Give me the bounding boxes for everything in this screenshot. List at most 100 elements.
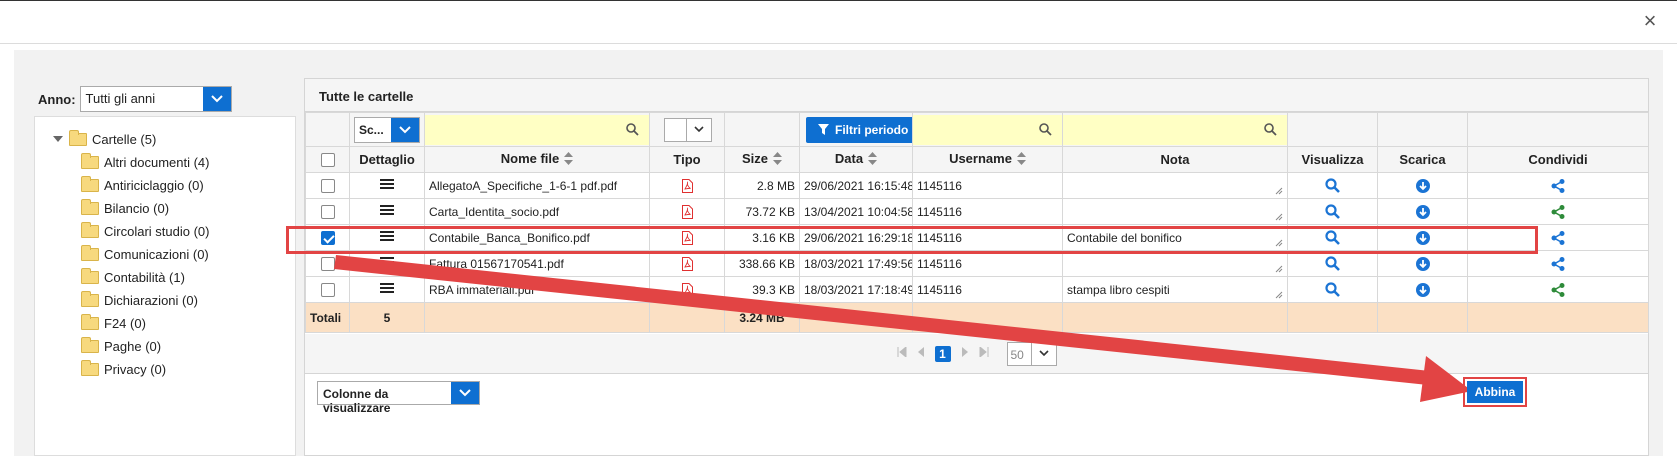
- close-icon[interactable]: ×: [1637, 8, 1663, 34]
- chevron-down-icon[interactable]: [1032, 343, 1056, 365]
- download-icon[interactable]: [1415, 204, 1430, 219]
- page-size-select[interactable]: 50: [1006, 341, 1057, 366]
- nome-file-filter-input[interactable]: [425, 114, 649, 145]
- col-username[interactable]: Username: [912, 146, 1063, 173]
- search-icon[interactable]: [1325, 256, 1340, 272]
- col-dettaglio: Dettaglio: [349, 146, 425, 173]
- chevron-down-icon[interactable]: [202, 87, 231, 111]
- search-icon: [626, 122, 639, 139]
- chevron-down-icon[interactable]: [391, 117, 419, 142]
- search-icon[interactable]: [1325, 204, 1340, 220]
- table-row[interactable]: Carta_Identita_socio.pdf 73.72 KB 13/04/20…: [305, 198, 1649, 225]
- sort-icon[interactable]: [564, 151, 574, 168]
- row-select-cell: [305, 172, 350, 199]
- chevron-down-icon[interactable]: [451, 382, 479, 404]
- download-icon[interactable]: [1415, 230, 1430, 245]
- chevron-down-icon[interactable]: [687, 119, 711, 141]
- caret-down-icon[interactable]: [53, 136, 63, 142]
- nota-text: Contabile del bonifico: [1067, 230, 1182, 245]
- col-data[interactable]: Data: [799, 146, 913, 173]
- row-checkbox[interactable]: [320, 230, 335, 245]
- row-checkbox[interactable]: [320, 256, 335, 271]
- anno-filter: Anno: Tutti gli anni: [38, 86, 232, 112]
- tree-item[interactable]: Bilancio (0): [81, 198, 169, 218]
- nota-textarea[interactable]: [1062, 198, 1288, 225]
- nota-textarea[interactable]: [1062, 172, 1288, 199]
- filter-cell: [424, 112, 650, 147]
- table-row[interactable]: Contabile_Banca_Bonifico.pdf 3.16 KB 29/06…: [305, 224, 1649, 251]
- table-row[interactable]: RBA immateriali.pdf 39.3 KB 18/03/2021 17:…: [305, 276, 1649, 303]
- col-tipo: Tipo: [649, 146, 725, 173]
- nota-filter-input[interactable]: [1063, 114, 1287, 145]
- row-checkbox[interactable]: [320, 178, 335, 193]
- tree-item-label: Comunicazioni (0): [104, 246, 209, 262]
- tree-item[interactable]: Circolari studio (0): [81, 221, 209, 241]
- tree-item[interactable]: Altri documenti (4): [81, 152, 209, 172]
- next-page-icon[interactable]: [961, 347, 969, 360]
- col-scarica: Scarica: [1377, 146, 1468, 173]
- search-icon[interactable]: [1325, 178, 1340, 194]
- download-icon[interactable]: [1415, 178, 1430, 193]
- tree-item[interactable]: Comunicazioni (0): [81, 244, 209, 264]
- size-cell: 73.72 KB: [724, 198, 800, 225]
- row-checkbox[interactable]: [320, 204, 335, 219]
- select-all-checkbox[interactable]: [320, 153, 335, 168]
- tree-item[interactable]: Paghe (0): [81, 336, 161, 356]
- table-row[interactable]: Fattura 01567170541.pdf 338.66 KB 18/03/20…: [305, 250, 1649, 277]
- filtri-periodo-button[interactable]: Filtri periodo: [806, 116, 912, 143]
- tree-item[interactable]: Privacy (0): [81, 359, 166, 379]
- totals-count: 5: [349, 302, 425, 333]
- share-icon[interactable]: [1551, 230, 1565, 245]
- folder-icon: [81, 221, 99, 238]
- last-page-icon[interactable]: [979, 345, 989, 360]
- menu-icon[interactable]: [380, 229, 394, 243]
- search-icon[interactable]: [1325, 230, 1340, 246]
- filter-cell: [305, 112, 350, 147]
- totals-size: 3.24 MB: [724, 302, 800, 333]
- current-page[interactable]: 1: [934, 345, 951, 362]
- tree-item[interactable]: Antiriciclaggio (0): [81, 175, 204, 195]
- share-icon[interactable]: [1551, 256, 1565, 271]
- col-nome-file[interactable]: Nome file: [424, 146, 650, 173]
- sort-icon[interactable]: [1016, 151, 1026, 168]
- share-icon[interactable]: [1551, 204, 1565, 219]
- nota-textarea[interactable]: Contabile del bonifico: [1062, 224, 1288, 251]
- menu-icon[interactable]: [380, 281, 394, 295]
- scadenza-select[interactable]: Sc...: [354, 116, 420, 143]
- sort-icon[interactable]: [773, 151, 782, 168]
- row-checkbox[interactable]: [320, 282, 335, 297]
- first-page-icon[interactable]: [897, 345, 907, 360]
- share-icon[interactable]: [1551, 178, 1565, 193]
- search-icon[interactable]: [1325, 282, 1340, 298]
- tree-item-label: F24 (0): [104, 315, 146, 331]
- menu-icon[interactable]: [380, 177, 394, 191]
- totals-cell: [1377, 302, 1468, 333]
- table-row[interactable]: AllegatoA_Specifiche_1-6-1 pdf.pdf 2.8 MB…: [305, 172, 1649, 199]
- download-icon[interactable]: [1415, 282, 1430, 297]
- anno-select[interactable]: Tutti gli anni: [79, 86, 232, 112]
- tree-item[interactable]: Contabilità (1): [81, 267, 185, 287]
- filter-icon: [818, 124, 829, 135]
- download-icon[interactable]: [1415, 256, 1430, 271]
- username-filter-input[interactable]: [913, 114, 1062, 145]
- nota-textarea[interactable]: [1062, 250, 1288, 277]
- menu-icon[interactable]: [380, 203, 394, 217]
- tree-item[interactable]: Dichiarazioni (0): [81, 290, 198, 310]
- tree-root-folder[interactable]: Cartelle (5): [53, 129, 156, 149]
- col-size[interactable]: Size: [724, 146, 800, 173]
- username-cell: 1145116: [912, 198, 1063, 225]
- col-nome-file-label: Nome file: [500, 151, 560, 167]
- share-icon[interactable]: [1551, 282, 1565, 297]
- abbina-button[interactable]: Abbina: [1467, 381, 1523, 403]
- nota-textarea[interactable]: stampa libro cespiti: [1062, 276, 1288, 303]
- colonne-select[interactable]: Colonne da visualizzare: [317, 381, 480, 415]
- file-table: Sc... Filtri periodo Dettaglio Nome file…: [305, 112, 1649, 333]
- sort-icon[interactable]: [868, 151, 878, 168]
- pager: 1 50: [305, 334, 1648, 374]
- tree-item[interactable]: F24 (0): [81, 313, 146, 333]
- filter-cell: Filtri periodo: [799, 112, 913, 147]
- username-cell: 1145116: [912, 172, 1063, 199]
- tipo-filter-select[interactable]: [664, 117, 712, 142]
- prev-page-icon[interactable]: [917, 347, 925, 360]
- menu-icon[interactable]: [380, 255, 394, 269]
